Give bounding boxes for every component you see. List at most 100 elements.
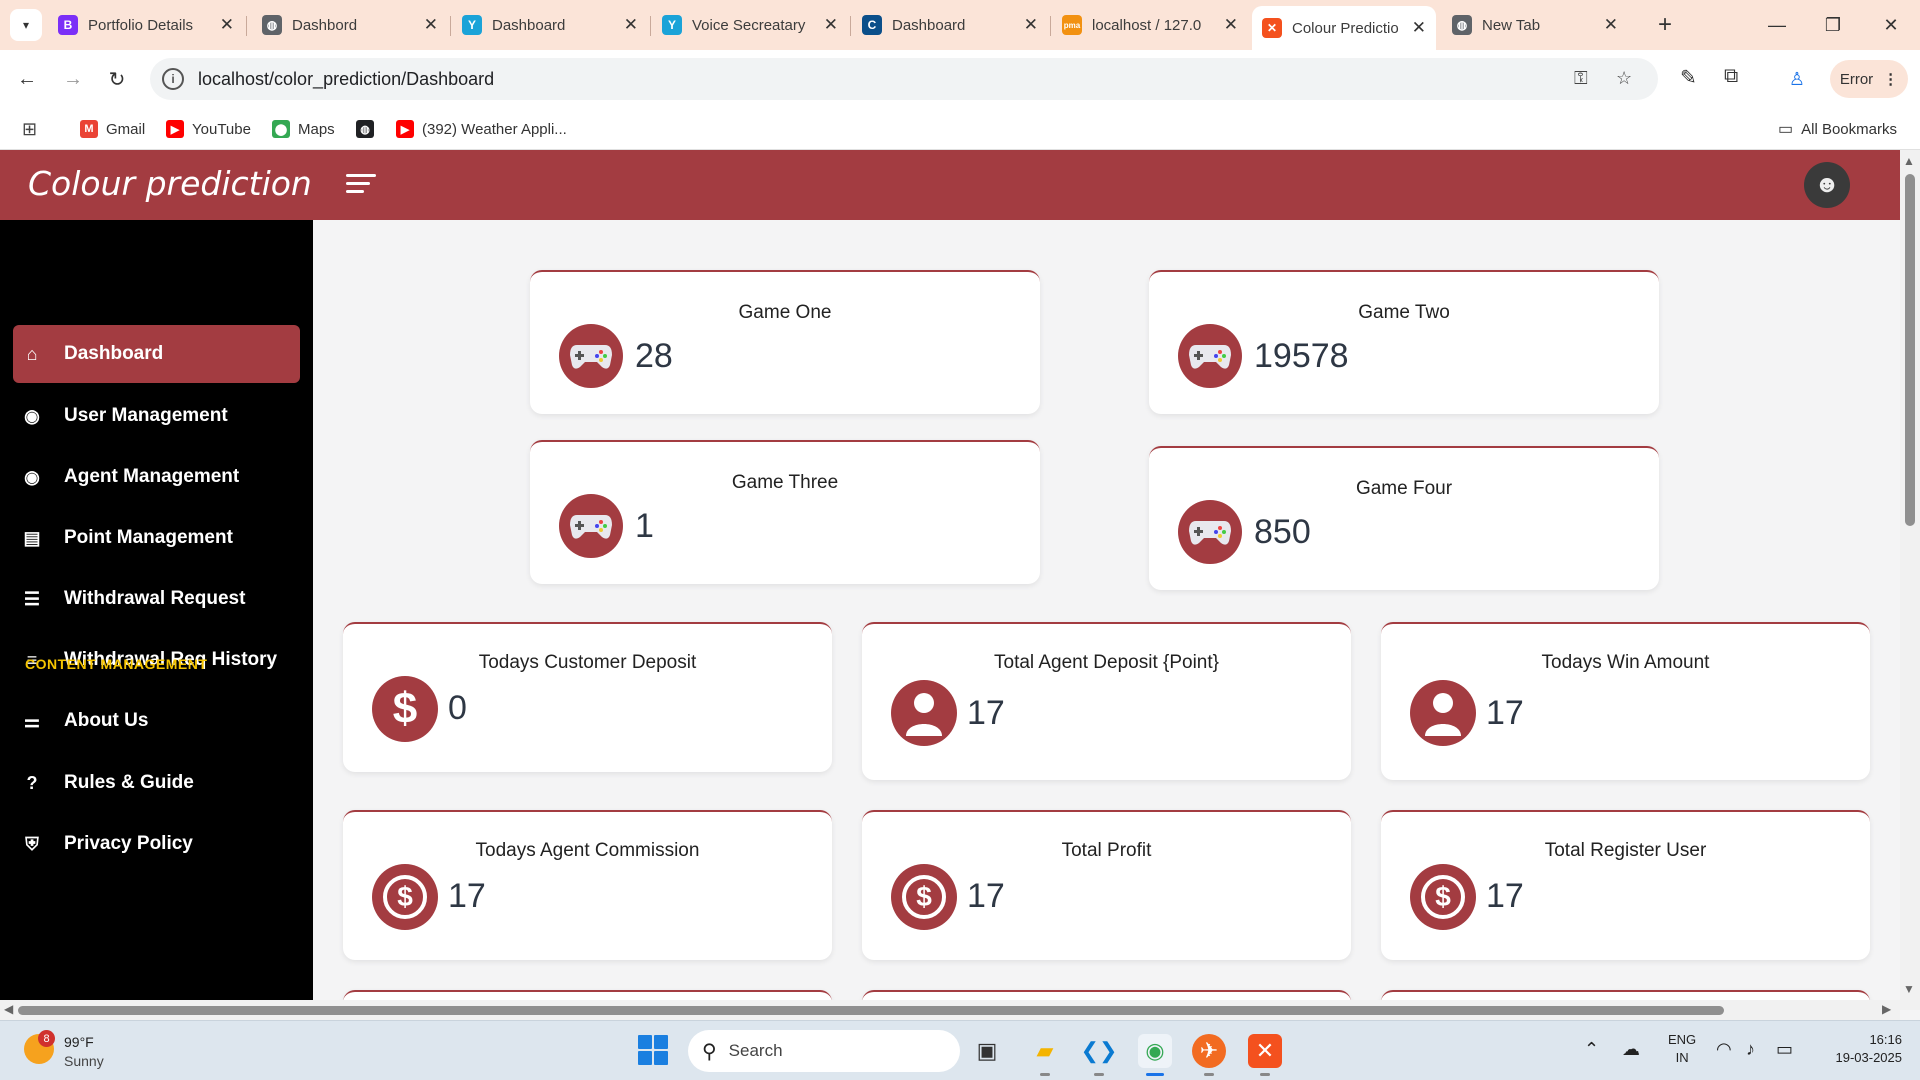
close-tab-icon[interactable]: ✕	[824, 15, 838, 35]
language-indicator[interactable]: ENG IN	[1668, 1031, 1696, 1067]
horizontal-scroll-thumb[interactable]	[18, 1006, 1724, 1015]
bookmark-favicon-icon: M	[80, 120, 98, 138]
task-view-icon[interactable]: ▣	[970, 1034, 1004, 1068]
tab-separator	[246, 16, 247, 36]
browser-tab[interactable]: B Portfolio Details ✕	[48, 8, 244, 42]
bookmark-item[interactable]: M Gmail	[80, 116, 145, 142]
profile-avatar-icon[interactable]: ♙	[1782, 62, 1812, 96]
stat-card: Game One 28	[530, 270, 1040, 414]
browser-tab[interactable]: pma localhost / 127.0 ✕	[1052, 8, 1248, 42]
sidebar-item[interactable]: ◉ User Management	[13, 387, 300, 445]
gamepad-icon	[1178, 500, 1242, 564]
browser-tab[interactable]: ◍ New Tab ✕	[1442, 8, 1628, 42]
sidebar-item[interactable]: ☰ Withdrawal Request	[13, 570, 300, 628]
restore-button[interactable]: ❐	[1818, 10, 1848, 40]
volume-icon[interactable]: ♪	[1746, 1039, 1755, 1060]
stat-card: Todays Agent Commission $17	[343, 810, 832, 960]
app-header: Colour prediction ☻	[0, 150, 1900, 220]
bookmark-item[interactable]: ◍	[356, 116, 382, 142]
close-tab-icon[interactable]: ✕	[624, 15, 638, 35]
vertical-scroll-thumb[interactable]	[1905, 174, 1915, 526]
card-title: Todays Customer Deposit	[478, 652, 697, 673]
chrome-icon: ◍	[1452, 15, 1472, 35]
list-icon: ☰	[23, 588, 41, 609]
file-explorer-icon[interactable]: ▰	[1028, 1034, 1062, 1076]
close-tab-icon[interactable]: ✕	[220, 15, 234, 35]
tab-separator	[850, 16, 851, 36]
bookmark-item[interactable]: ⬤ Maps	[272, 116, 335, 142]
bookmark-favicon-icon: ◍	[356, 120, 374, 138]
bookmarks-bar: ⊞ M Gmail ▶ YouTube ⬤ Maps ◍ ▶ (392) Weather App…	[0, 108, 1920, 150]
card-title: Todays Agent Commission	[475, 840, 700, 861]
cloud-sync-icon[interactable]: ☁	[1622, 1039, 1640, 1060]
horizontal-scrollbar[interactable]: ◀ ▶	[0, 1000, 1900, 1020]
app-icon: Y	[662, 15, 682, 35]
weather-widget[interactable]: 8 99°F Sunny	[24, 1030, 174, 1074]
bookmark-star-icon[interactable]: ☆	[1616, 68, 1632, 89]
all-bookmarks-button[interactable]: ▭ All Bookmarks	[1778, 116, 1897, 142]
site-info-icon[interactable]: i	[162, 68, 184, 90]
bookmark-item[interactable]: ▶ YouTube	[166, 116, 251, 142]
postman-icon[interactable]: ✈	[1192, 1034, 1226, 1076]
sidebar-item[interactable]: ? Rules & Guide	[13, 754, 300, 812]
password-key-icon[interactable]: ⚿	[1574, 68, 1588, 89]
sidebar-item[interactable]: ⌂ Dashboard	[13, 325, 300, 383]
card-value: 28	[635, 337, 673, 375]
dollar-icon: $	[372, 676, 438, 742]
sidebar-item[interactable]: ▤ Point Management	[13, 509, 300, 567]
apps-grid-icon[interactable]: ⊞	[22, 116, 37, 142]
browser-tab[interactable]: ✕ Colour Predictio ✕	[1252, 6, 1436, 50]
new-tab-button[interactable]: +	[1650, 10, 1680, 40]
chrome-icon[interactable]: ◉	[1138, 1034, 1172, 1076]
card-value: 850	[1254, 513, 1311, 551]
address-bar[interactable]: i localhost/color_prediction/Dashboard ⚿…	[150, 58, 1658, 100]
close-window-button[interactable]: ✕	[1876, 10, 1906, 40]
dashboard-content: Game One 28 Game Two 19578 Game Three 1 Game F…	[313, 220, 1900, 1010]
user-avatar[interactable]: ☻	[1804, 162, 1850, 208]
sidebar-item[interactable]: ⛨ Privacy Policy	[13, 815, 300, 873]
all-bookmarks-label: All Bookmarks	[1801, 120, 1897, 138]
forward-button[interactable]: →	[58, 64, 88, 94]
shield-icon: ⛨	[25, 833, 39, 854]
tab-search-button[interactable]: ▾	[10, 9, 42, 41]
extensions-puzzle-icon[interactable]: ⧉	[1724, 65, 1738, 88]
back-button[interactable]: ←	[12, 64, 42, 94]
close-tab-icon[interactable]: ✕	[1412, 18, 1426, 38]
minimize-button[interactable]: —	[1762, 10, 1792, 40]
browser-tab[interactable]: C Dashboard ✕	[852, 8, 1048, 42]
more-menu-icon[interactable]: ⋮	[1883, 70, 1898, 88]
system-clock[interactable]: 16:16 19-03-2025	[1810, 1031, 1903, 1067]
browser-tab[interactable]: ◍ Dashbord ✕	[252, 8, 448, 42]
xampp-icon[interactable]: ✕	[1248, 1034, 1282, 1076]
wifi-icon[interactable]: ◠	[1716, 1039, 1732, 1060]
vscode-icon[interactable]: ❮❯	[1081, 1034, 1117, 1076]
profile-error-button[interactable]: Error ⋮	[1830, 60, 1908, 98]
chevron-up-icon[interactable]: ⌃	[1584, 1039, 1599, 1060]
close-tab-icon[interactable]: ✕	[1604, 15, 1618, 35]
app-icon: C	[862, 15, 882, 35]
bookmark-item[interactable]: ▶ (392) Weather Appli...	[396, 116, 567, 142]
close-tab-icon[interactable]: ✕	[1024, 15, 1038, 35]
reload-button[interactable]: ↻	[102, 64, 132, 94]
sidebar-item[interactable]: ◉ Agent Management	[13, 448, 300, 506]
stat-card: Todays Customer Deposit $0	[343, 622, 832, 772]
close-tab-icon[interactable]: ✕	[424, 15, 438, 35]
browser-tab[interactable]: Y Voice Secreatary ✕	[652, 8, 848, 42]
sliders-icon: ⚌	[23, 710, 41, 731]
tab-title: Voice Secreatary	[692, 16, 806, 34]
windows-start-icon[interactable]	[638, 1035, 668, 1065]
lang-line2: IN	[1675, 1050, 1689, 1065]
taskbar-search[interactable]: ⚲ Search	[688, 1030, 960, 1072]
globe-icon: ◍	[262, 15, 282, 35]
sidebar-item[interactable]: ⚌ About Us	[13, 692, 300, 750]
eyedropper-extension-icon[interactable]: ✎	[1680, 65, 1697, 90]
close-tab-icon[interactable]: ✕	[1224, 15, 1238, 35]
brand-title[interactable]: Colour prediction	[28, 164, 312, 203]
bookmark-label: YouTube	[192, 120, 251, 138]
battery-icon[interactable]: ▭	[1776, 1039, 1793, 1060]
bookmark-label: Gmail	[106, 120, 146, 138]
hamburger-menu-icon[interactable]	[346, 174, 376, 198]
tab-title: New Tab	[1482, 16, 1541, 34]
browser-tab[interactable]: Y Dashboard ✕	[452, 8, 648, 42]
vertical-scrollbar[interactable]: ▲ ▼	[1900, 150, 1920, 1010]
